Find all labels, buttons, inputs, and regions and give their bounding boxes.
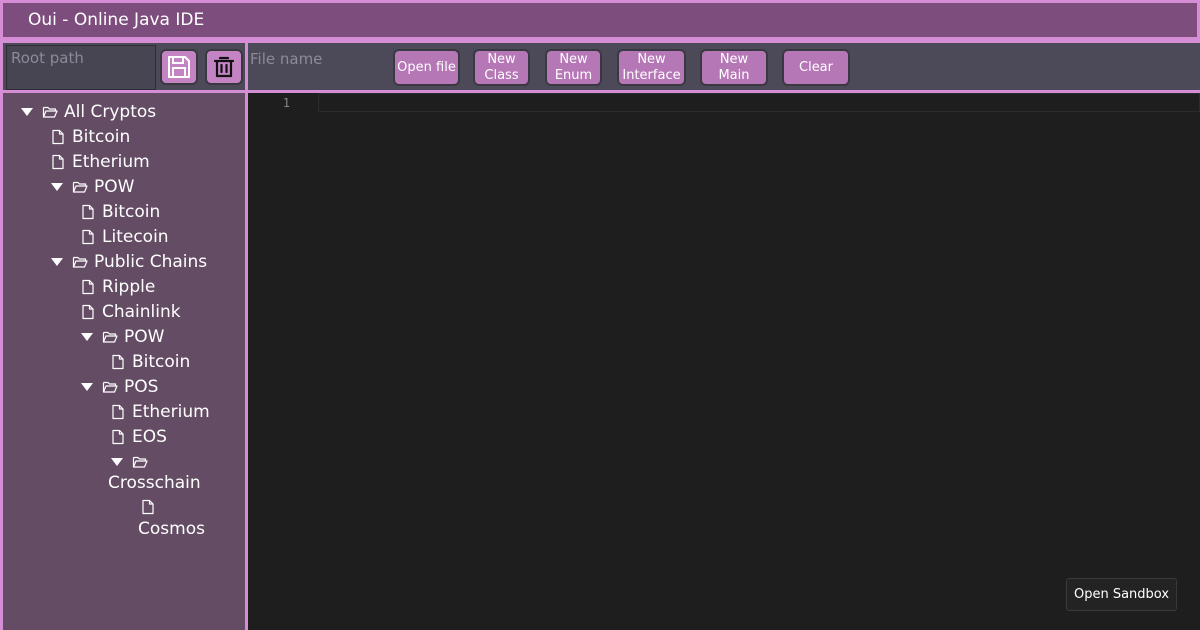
delete-button[interactable] [205,49,243,85]
file-icon [52,154,64,169]
tree-file-label[interactable]: Bitcoin [132,352,190,372]
file-icon [112,404,124,419]
expand-caret-icon[interactable] [81,382,93,391]
expand-caret-icon[interactable] [51,257,63,266]
folder-open-icon [132,456,148,468]
tree-folder-label[interactable]: Crosschain [108,473,201,493]
tree-folder-label-row[interactable]: Crosschain [108,470,201,495]
tree-folder-label[interactable]: POW [94,177,134,197]
tree-file[interactable]: Bitcoin [110,349,190,374]
new-enum-label: New Enum [554,51,593,83]
expand-caret-icon[interactable] [81,332,93,341]
folder-open-icon [102,381,118,393]
tree-folder[interactable]: POW [81,324,164,349]
tree-file[interactable]: Bitcoin [80,199,160,224]
tree-file[interactable]: Chainlink [80,299,181,324]
open-sandbox-label: Open Sandbox [1073,587,1170,602]
tree-file[interactable]: EOS [110,424,167,449]
save-button[interactable] [160,49,198,85]
floppy-disk-icon [168,56,190,78]
tree-file-label[interactable]: Cosmos [138,519,205,539]
new-main-button[interactable]: New Main [700,49,768,86]
tree-file[interactable]: Etherium [50,149,150,174]
toolbar: Open file New Class New Enum New Interfa… [248,40,1200,93]
folder-open-icon [72,181,88,193]
new-class-label: New Class [484,51,519,83]
file-icon [142,499,154,514]
folder-open-icon [72,256,88,268]
tree-file[interactable]: Etherium [110,399,210,424]
code-editor[interactable]: 1 Open Sandbox [248,93,1200,630]
tree-file-label[interactable]: Chainlink [102,302,181,322]
tree-file-label[interactable]: Litecoin [102,227,169,247]
file-icon [82,279,94,294]
tree-file-label[interactable]: Ripple [102,277,155,297]
tree-folder-label[interactable]: All Cryptos [64,102,156,122]
tree-file-label[interactable]: Etherium [132,402,210,422]
folder-open-icon [42,106,58,118]
file-icon [82,204,94,219]
file-icon [52,129,64,144]
tree-folder-label[interactable]: POS [124,377,158,397]
tree-file[interactable]: Ripple [80,274,155,299]
open-file-label: Open file [397,59,456,75]
expand-caret-icon[interactable] [111,457,123,466]
new-main-label: New Main [718,51,750,83]
title-bar: Oui - Online Java IDE [0,0,1200,40]
tree-file-label[interactable]: Etherium [72,152,150,172]
root-path-bar [0,40,248,93]
line-number: 1 [282,96,290,110]
new-enum-button[interactable]: New Enum [545,49,602,86]
tree-folder[interactable]: All Cryptos [21,99,156,124]
tree-file-label[interactable]: EOS [132,427,167,447]
file-icon [82,304,94,319]
expand-caret-icon[interactable] [21,107,33,116]
file-icon [82,229,94,244]
file-name-input[interactable] [250,45,390,73]
tree-folder[interactable]: POS [81,374,158,399]
clear-button[interactable]: Clear [782,49,850,86]
tree-folder[interactable]: POW [51,174,134,199]
file-icon [112,354,124,369]
trash-icon [213,56,235,78]
new-interface-label: New Interface [622,51,681,83]
tree-file-label[interactable]: Bitcoin [102,202,160,222]
root-path-input[interactable] [6,45,156,90]
tree-folder[interactable]: Public Chains [51,249,207,274]
tree-file[interactable]: Bitcoin [50,124,130,149]
new-class-button[interactable]: New Class [473,49,530,86]
line-number-gutter: 1 [248,93,318,630]
tree-file-label[interactable]: Bitcoin [72,127,130,147]
file-icon [112,429,124,444]
new-interface-button[interactable]: New Interface [617,49,686,86]
open-file-button[interactable]: Open file [393,49,460,86]
clear-label: Clear [799,59,833,75]
tree-file[interactable]: Litecoin [80,224,169,249]
expand-caret-icon[interactable] [51,182,63,191]
open-sandbox-button[interactable]: Open Sandbox [1066,578,1177,611]
folder-open-icon [102,331,118,343]
tree-folder-label[interactable]: Public Chains [94,252,207,272]
current-line-highlight[interactable] [318,93,1200,112]
tree-file-label-row[interactable]: Cosmos [138,516,205,541]
file-tree: All Cryptos Bitcoin Etherium POW Bitcoin… [0,93,248,630]
tree-folder-label[interactable]: POW [124,327,164,347]
app-title: Oui - Online Java IDE [28,10,205,30]
